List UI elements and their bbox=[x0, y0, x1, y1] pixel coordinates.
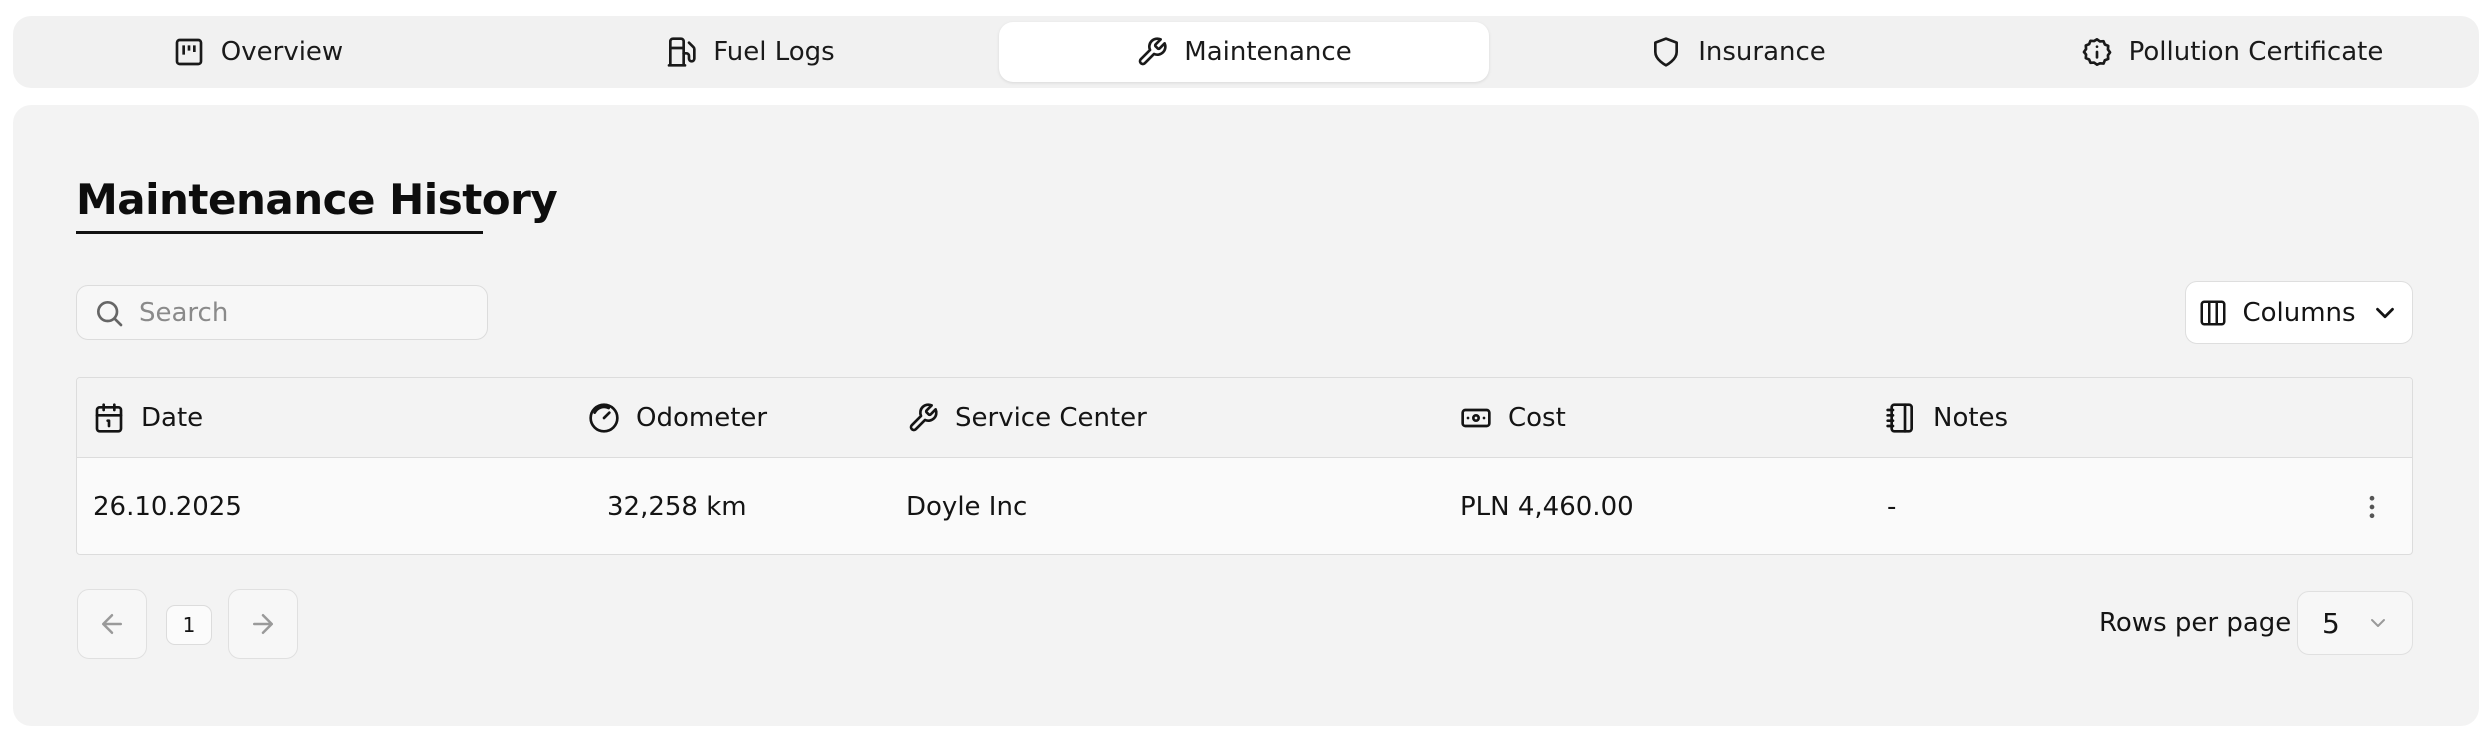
tab-pollution-certificate[interactable]: Pollution Certificate bbox=[1987, 22, 2477, 82]
column-header-service-center[interactable]: Service Center bbox=[907, 378, 1147, 458]
shield-icon bbox=[1654, 37, 1679, 67]
notebook-icon bbox=[1886, 403, 1913, 433]
column-header-odometer[interactable]: Odometer bbox=[588, 378, 767, 458]
wrench-icon bbox=[1138, 37, 1167, 66]
page-number-button[interactable]: 1 bbox=[166, 605, 212, 645]
maintenance-card: Maintenance History Columns Date bbox=[13, 105, 2479, 726]
wrench-icon bbox=[909, 403, 938, 432]
search-input[interactable] bbox=[139, 297, 469, 328]
tab-overview[interactable]: Overview bbox=[13, 22, 503, 82]
column-header-cost[interactable]: Cost bbox=[1460, 378, 1566, 458]
columns-button-label: Columns bbox=[2242, 297, 2356, 328]
column-header-label: Notes bbox=[1933, 403, 2009, 433]
table-header: Date Odometer Service Center Cost Notes bbox=[77, 378, 2412, 458]
overview-icon bbox=[175, 38, 203, 66]
rows-per-page-value: 5 bbox=[2322, 606, 2340, 640]
columns-icon bbox=[2200, 300, 2226, 325]
tab-label: Insurance bbox=[1698, 37, 1826, 67]
tab-insurance[interactable]: Insurance bbox=[1493, 22, 1983, 82]
tab-bar: Overview Fuel Logs Maintenance Insurance… bbox=[13, 16, 2479, 88]
cell-odometer: 32,258 km bbox=[607, 492, 747, 522]
tab-label: Overview bbox=[220, 37, 344, 67]
tab-label: Fuel Logs bbox=[713, 37, 835, 67]
column-header-label: Cost bbox=[1508, 403, 1566, 433]
column-header-label: Date bbox=[141, 403, 204, 433]
maintenance-table: Date Odometer Service Center Cost Notes … bbox=[76, 377, 2413, 555]
columns-button[interactable]: Columns bbox=[2185, 281, 2413, 344]
previous-page-button[interactable] bbox=[77, 589, 147, 659]
arrow-right-icon bbox=[253, 614, 273, 634]
search-box[interactable] bbox=[76, 285, 488, 340]
title-underline bbox=[76, 231, 483, 234]
column-header-notes[interactable]: Notes bbox=[1885, 378, 2008, 458]
more-vertical-icon bbox=[2369, 495, 2375, 519]
tab-label: Pollution Certificate bbox=[2128, 37, 2384, 67]
tab-label: Maintenance bbox=[1184, 37, 1352, 67]
search-icon bbox=[97, 300, 123, 326]
banknote-icon bbox=[1461, 408, 1491, 428]
column-header-label: Service Center bbox=[955, 403, 1147, 433]
info-badge-icon bbox=[2082, 38, 2112, 66]
cell-service-center: Doyle Inc bbox=[906, 492, 1028, 522]
rows-per-page-label: Rows per page bbox=[2099, 608, 2292, 638]
fuel-pump-icon bbox=[667, 37, 696, 67]
tab-maintenance[interactable]: Maintenance bbox=[999, 22, 1489, 82]
tab-fuel-logs[interactable]: Fuel Logs bbox=[505, 22, 995, 82]
cell-date: 26.10.2025 bbox=[93, 492, 242, 522]
page-title: Maintenance History bbox=[76, 175, 558, 224]
arrow-left-icon bbox=[102, 614, 122, 634]
chevron-down-icon bbox=[2370, 619, 2385, 627]
cell-notes: - bbox=[1887, 492, 1897, 522]
calendar-icon bbox=[95, 403, 123, 433]
rows-per-page-select[interactable]: 5 bbox=[2297, 591, 2413, 655]
cell-cost: PLN 4,460.00 bbox=[1460, 492, 1634, 522]
column-header-label: Odometer bbox=[636, 403, 768, 433]
chevron-down-icon bbox=[2375, 307, 2394, 318]
column-header-date[interactable]: Date bbox=[93, 378, 203, 458]
table-row[interactable]: 26.10.2025 32,258 km Doyle Inc PLN 4,460… bbox=[77, 459, 2412, 554]
next-page-button[interactable] bbox=[228, 589, 298, 659]
gauge-icon bbox=[589, 403, 619, 433]
row-actions-button[interactable] bbox=[2354, 489, 2390, 525]
